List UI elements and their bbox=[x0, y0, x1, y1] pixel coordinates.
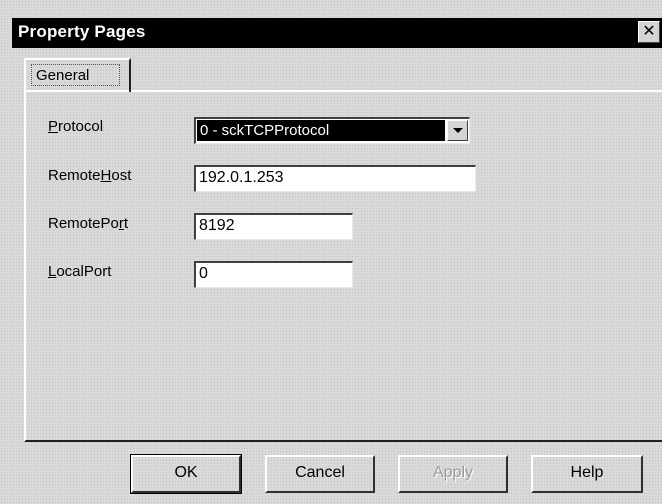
protocol-selected-value: 0 - sckTCPProtocol bbox=[197, 120, 445, 141]
chevron-down-icon[interactable] bbox=[447, 120, 468, 141]
remote-port-field[interactable]: 8192 bbox=[194, 213, 353, 240]
remote-host-field[interactable]: 192.0.1.253 bbox=[194, 165, 476, 192]
remote-port-label: RemotePort bbox=[48, 215, 129, 232]
ok-button[interactable]: OK bbox=[130, 454, 242, 494]
local-port-label: LocalPort bbox=[48, 263, 112, 280]
close-button[interactable]: ✕ bbox=[638, 21, 660, 43]
title-bar[interactable]: Property Pages ✕ bbox=[12, 18, 662, 48]
local-port-field[interactable]: 0 bbox=[194, 261, 353, 288]
protocol-label: Protocol bbox=[48, 118, 104, 135]
remote-host-label: RemoteHost bbox=[48, 167, 132, 184]
help-button[interactable]: Help bbox=[531, 455, 643, 493]
tab-general[interactable]: General bbox=[24, 58, 131, 92]
window-title: Property Pages bbox=[18, 22, 146, 41]
protocol-dropdown[interactable]: 0 - sckTCPProtocol bbox=[194, 117, 470, 144]
close-icon: ✕ bbox=[642, 23, 656, 40]
cancel-button[interactable]: Cancel bbox=[265, 455, 375, 493]
property-pages-dialog: Property Pages ✕ General Protocol 0 - sc… bbox=[0, 0, 662, 504]
apply-button[interactable]: Apply bbox=[398, 455, 508, 493]
tab-general-label: General bbox=[36, 67, 90, 84]
